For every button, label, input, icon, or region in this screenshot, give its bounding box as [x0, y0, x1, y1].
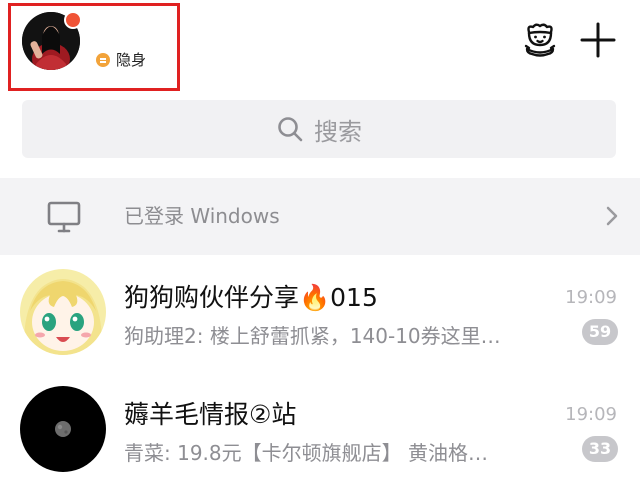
- chat-time: 19:09: [565, 287, 617, 308]
- unread-badge: 33: [582, 436, 618, 462]
- chat-preview: 狗助理2: 楼上舒蕾抓紧，140-10券这里…: [124, 324, 501, 348]
- unread-badge: 59: [582, 319, 618, 345]
- add-plus-icon[interactable]: [578, 20, 618, 60]
- notification-dot: [64, 11, 82, 29]
- chat-title: 薅羊毛情报②站: [124, 400, 297, 429]
- mascot-icon[interactable]: [520, 20, 560, 60]
- online-status-label[interactable]: 隐身: [116, 50, 146, 70]
- chat-title: 狗狗购伙伴分享🔥015: [124, 283, 378, 312]
- chat-list-item[interactable]: 狗狗购伙伴分享🔥015 狗助理2: 楼上舒蕾抓紧，140-10券这里… 19:0…: [0, 256, 640, 373]
- moon-avatar-icon: [20, 386, 106, 472]
- chat-time: 19:09: [565, 404, 617, 425]
- chat-avatar[interactable]: [20, 269, 106, 355]
- messages-screen: 隐身 搜索 已登录 Windows 狗狗购伙伴分享🔥015 狗助理2: 楼上舒蕾…: [0, 0, 640, 480]
- search-placeholder: 搜索: [314, 117, 362, 146]
- logged-in-windows-banner[interactable]: 已登录 Windows: [0, 178, 640, 255]
- chat-avatar[interactable]: [20, 386, 106, 472]
- search-bar-content: 搜索: [22, 100, 616, 158]
- invisible-status-icon: [96, 53, 110, 67]
- chevron-right-icon: [606, 206, 618, 226]
- chat-preview: 青菜: 19.8元【卡尔顿旗舰店】 黄油格…: [124, 441, 488, 465]
- logged-in-windows-label: 已登录 Windows: [124, 204, 280, 228]
- search-bar[interactable]: 搜索: [22, 100, 616, 158]
- chat-list-item[interactable]: 薅羊毛情报②站 青菜: 19.8元【卡尔顿旗舰店】 黄油格… 19:09 33: [0, 373, 640, 480]
- header: 隐身: [0, 0, 640, 100]
- search-icon: [278, 117, 303, 142]
- monitor-icon: [47, 201, 81, 233]
- anime-girl-avatar-icon: [20, 269, 106, 355]
